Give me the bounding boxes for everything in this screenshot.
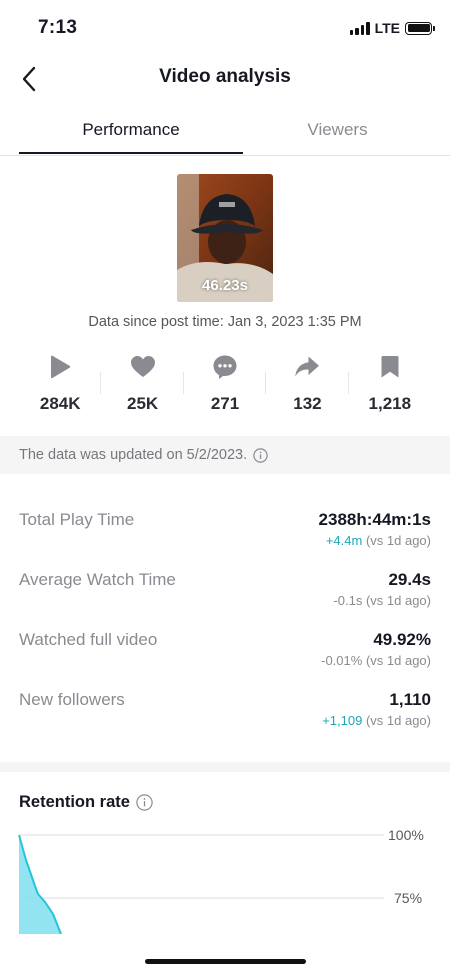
stat-shares: 132	[266, 350, 349, 420]
metric-delta: -0.1s (vs 1d ago)	[333, 593, 431, 608]
metric-delta: +4.4m (vs 1d ago)	[325, 533, 431, 548]
stat-views: 284K	[19, 350, 102, 420]
stat-value: 132	[293, 394, 322, 413]
metric-average-watch-time: Average Watch Time 29.4s -0.1s (vs 1d ag…	[19, 570, 431, 630]
stat-value: 1,218	[368, 394, 412, 413]
update-banner: The data was updated on 5/2/2023.	[0, 436, 450, 474]
tab-performance[interactable]: Performance	[19, 104, 243, 156]
comment-icon	[213, 355, 237, 379]
share-icon	[295, 356, 320, 377]
tab-bar: Performance Viewers	[0, 104, 450, 156]
metric-value: 49.92%	[373, 630, 431, 649]
status-time: 7:13	[38, 17, 78, 38]
metric-new-followers: New followers 1,110 +1,109 (vs 1d ago)	[19, 690, 431, 750]
update-text: The data was updated on 5/2/2023.	[19, 447, 248, 463]
metric-value: 1,110	[389, 690, 431, 709]
metric-delta: +1,109 (vs 1d ago)	[322, 713, 431, 728]
data-since-text: Data since post time: Jan 3, 2023 1:35 P…	[88, 314, 362, 330]
retention-chart: 100% 75%	[18, 827, 424, 934]
engagement-stats: 284K 25K 271 132 1,218	[19, 350, 431, 420]
metric-label: Total Play Time	[19, 510, 135, 529]
metric-value: 29.4s	[388, 570, 431, 589]
video-duration: 46.23s	[202, 277, 248, 294]
status-bar: 7:13 LTE	[0, 0, 450, 56]
page-title: Video analysis	[159, 66, 291, 87]
nav-bar: Video analysis	[0, 56, 450, 102]
stat-saves: 1,218	[349, 350, 431, 420]
metric-value: 2388h:44m:1s	[318, 510, 431, 529]
tick-label-100: 100%	[388, 827, 424, 843]
play-icon	[51, 355, 71, 379]
tick-label-75: 75%	[394, 890, 422, 906]
stat-value: 271	[210, 394, 240, 413]
metric-delta: -0.01% (vs 1d ago)	[321, 653, 431, 668]
retention-section-title: Retention rate	[19, 793, 153, 812]
video-thumbnail[interactable]: 46.23s	[177, 174, 273, 302]
battery-icon	[405, 21, 435, 35]
stat-comments: 271	[184, 350, 267, 420]
metric-watched-full-video: Watched full video 49.92% -0.01% (vs 1d …	[19, 630, 431, 690]
signal-icon	[349, 21, 370, 35]
stat-value: 284K	[39, 394, 81, 413]
bookmark-icon	[381, 356, 399, 378]
network-label: LTE	[374, 20, 400, 36]
retention-title: Retention rate	[19, 793, 130, 811]
metric-total-play-time: Total Play Time 2388h:44m:1s +4.4m (vs 1…	[19, 510, 431, 570]
active-tab-indicator	[19, 152, 243, 154]
heart-icon	[130, 356, 155, 377]
stat-value: 25K	[127, 394, 159, 413]
stat-likes: 25K	[101, 350, 184, 420]
info-icon[interactable]	[253, 447, 268, 463]
section-divider	[0, 762, 450, 772]
tab-viewers[interactable]: Viewers	[225, 104, 450, 156]
metric-label: New followers	[19, 690, 125, 709]
metric-label: Watched full video	[19, 630, 158, 649]
home-indicator[interactable]	[145, 959, 306, 964]
metric-label: Average Watch Time	[19, 570, 176, 589]
status-indicators: LTE	[349, 20, 435, 36]
info-icon[interactable]	[136, 794, 153, 811]
